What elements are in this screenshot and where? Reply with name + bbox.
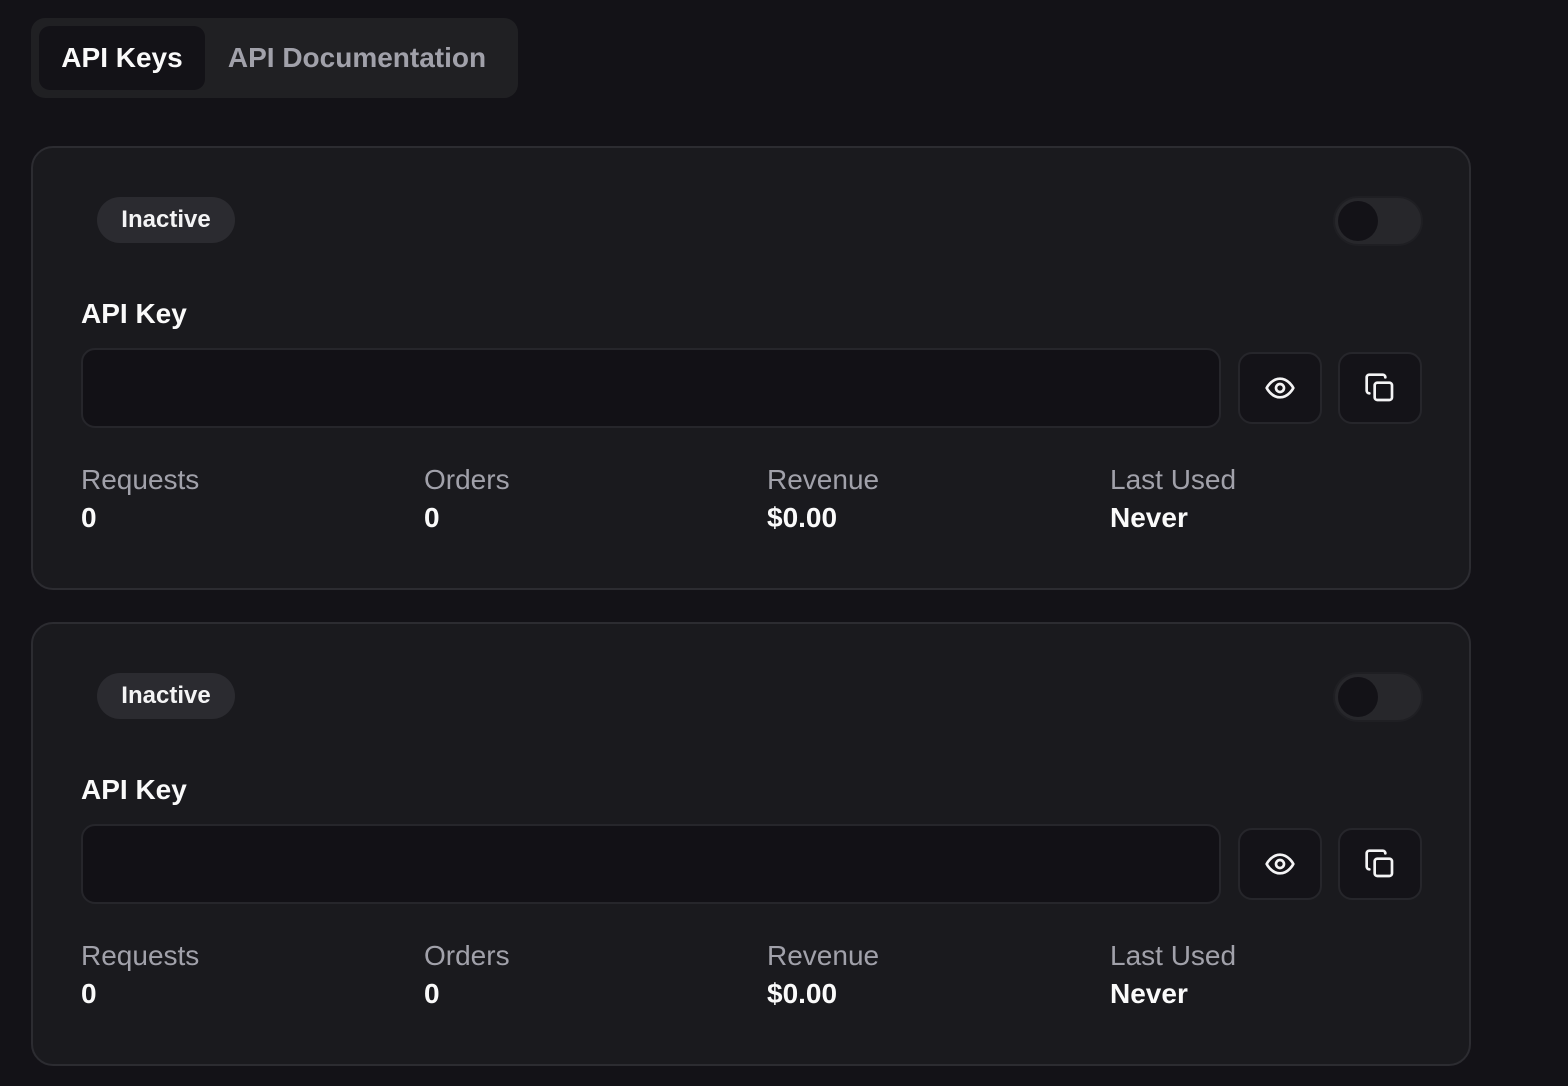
toggle-knob <box>1338 677 1378 717</box>
stat-requests: Requests 0 <box>81 938 199 1014</box>
stat-revenue: Revenue $0.00 <box>767 938 879 1014</box>
stat-revenue: Revenue $0.00 <box>767 462 879 538</box>
copy-key-button[interactable] <box>1338 352 1422 424</box>
copy-key-button[interactable] <box>1338 828 1422 900</box>
stat-last-used: Last Used Never <box>1110 938 1236 1014</box>
tab-api-documentation[interactable]: API Documentation <box>205 26 509 90</box>
stat-requests: Requests 0 <box>81 462 199 538</box>
stat-label: Revenue <box>767 940 880 971</box>
copy-icon <box>1365 849 1394 878</box>
tab-list: API Keys API Documentation <box>31 18 518 98</box>
stat-label: Requests <box>81 940 200 971</box>
tab-api-keys[interactable]: API Keys <box>39 26 205 90</box>
stat-label: Revenue <box>767 464 880 495</box>
eye-icon <box>1265 377 1295 399</box>
stat-label: Orders <box>424 940 510 971</box>
stat-label: Orders <box>424 464 510 495</box>
stat-value: 0 <box>81 978 97 1009</box>
stat-value: $0.00 <box>767 502 838 533</box>
api-key-card: Inactive API Key Requests 0 Orders 0 Rev… <box>31 146 1471 590</box>
stat-label: Last Used <box>1110 464 1237 495</box>
reveal-key-button[interactable] <box>1238 828 1322 900</box>
enable-toggle[interactable] <box>1333 672 1423 722</box>
toggle-knob <box>1338 201 1378 241</box>
stat-label: Last Used <box>1110 940 1237 971</box>
stat-last-used: Last Used Never <box>1110 462 1236 538</box>
status-badge: Inactive <box>97 673 235 719</box>
enable-toggle[interactable] <box>1333 196 1423 246</box>
stat-value: Never <box>1110 978 1188 1009</box>
api-key-field[interactable] <box>81 824 1221 904</box>
api-key-label: API Key <box>81 774 187 805</box>
eye-icon <box>1265 853 1295 875</box>
api-key-field[interactable] <box>81 348 1221 428</box>
stat-label: Requests <box>81 464 200 495</box>
api-key-card: Inactive API Key Requests 0 Orders 0 Rev… <box>31 622 1471 1066</box>
status-badge: Inactive <box>97 197 235 243</box>
stat-value: $0.00 <box>767 978 838 1009</box>
copy-icon <box>1365 373 1394 402</box>
stat-value: Never <box>1110 502 1188 533</box>
stat-value: 0 <box>424 502 440 533</box>
stat-orders: Orders 0 <box>424 462 510 538</box>
reveal-key-button[interactable] <box>1238 352 1322 424</box>
api-key-label: API Key <box>81 298 187 329</box>
stat-orders: Orders 0 <box>424 938 510 1014</box>
stat-value: 0 <box>81 502 97 533</box>
stat-value: 0 <box>424 978 440 1009</box>
